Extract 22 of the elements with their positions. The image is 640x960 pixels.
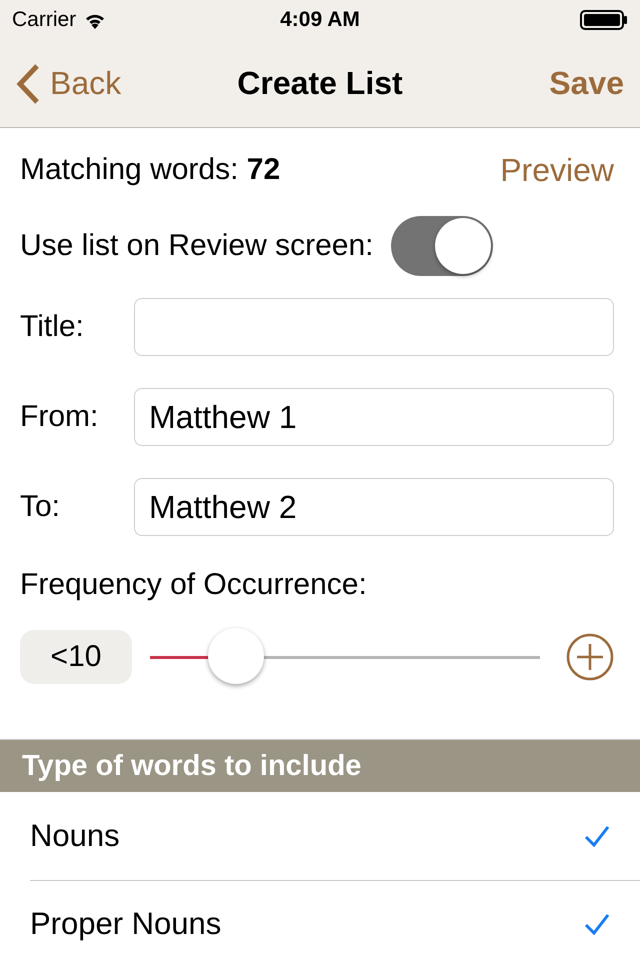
section-header: Type of words to include [0, 740, 640, 792]
status-time: 4:09 AM [280, 8, 360, 32]
field-label: To: [20, 490, 62, 524]
field-label: Title: [20, 310, 85, 344]
battery-icon [580, 10, 628, 30]
matching-words-label: Matching words: 72 [20, 153, 280, 187]
chevron-icon [16, 64, 40, 104]
text-field[interactable] [134, 298, 614, 356]
frequency-label: Frequency of Occurrence: [20, 568, 367, 601]
nav-title: Create List [237, 65, 403, 102]
text-field[interactable]: Matthew 1 [134, 388, 614, 446]
preview-link[interactable]: Preview [500, 152, 614, 188]
save-button[interactable]: Save [549, 65, 624, 102]
frequency-value: <10 [20, 630, 132, 684]
slider-thumb[interactable] [208, 628, 264, 684]
field-label: From: [20, 400, 100, 434]
carrier-label: Carrier [12, 8, 76, 32]
back-button[interactable]: Back [16, 64, 122, 104]
review-toggle[interactable] [391, 216, 494, 276]
plus-circle-icon[interactable] [566, 633, 614, 681]
review-toggle-label: Use list on Review screen: [20, 229, 374, 263]
text-field[interactable]: Matthew 2 [134, 478, 614, 536]
